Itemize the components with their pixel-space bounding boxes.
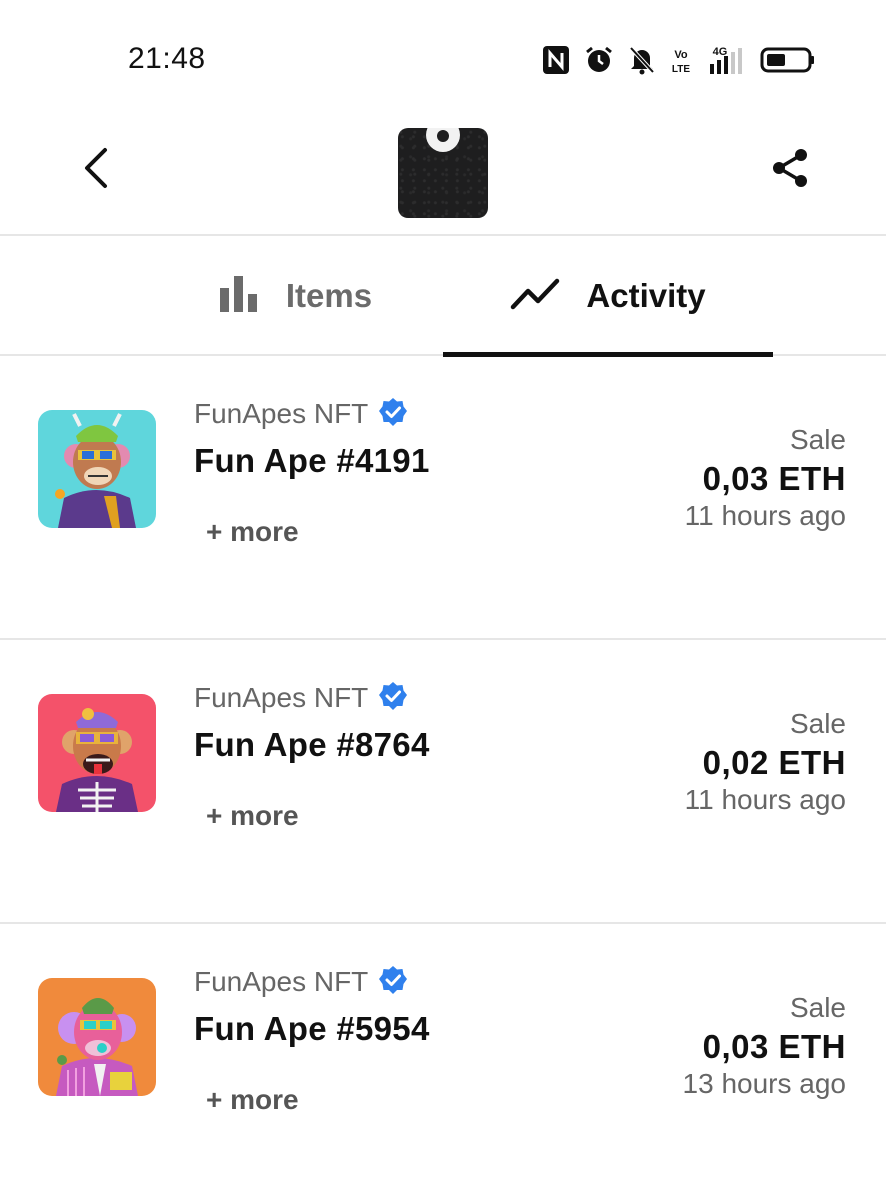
verified-badge-icon bbox=[378, 965, 408, 1000]
activity-info: FunApes NFT Fun Ape #4191 + more bbox=[194, 396, 430, 548]
svg-text:Vo: Vo bbox=[674, 49, 688, 61]
volte-icon: Vo LTE bbox=[670, 45, 692, 75]
activity-row[interactable]: FunApes NFT Fun Ape #4191 + more Sale 0,… bbox=[0, 356, 886, 640]
sale-price: 0,02 ETH bbox=[702, 744, 846, 781]
item-name[interactable]: Fun Ape #8764 bbox=[194, 726, 430, 764]
activity-info: FunApes NFT Fun Ape #8764 + more bbox=[194, 680, 430, 832]
activity-row[interactable]: FunApes NFT Fun Ape #5954 + more Sale 0,… bbox=[0, 924, 886, 1200]
collection-line: FunApes NFT bbox=[194, 396, 430, 432]
event-type: Sale bbox=[789, 424, 846, 455]
nft-thumbnail[interactable] bbox=[38, 978, 156, 1096]
tab-activity-label: Activity bbox=[586, 277, 706, 314]
status-time: 21:48 bbox=[128, 42, 206, 75]
activity-info: FunApes NFT Fun Ape #5954 + more bbox=[194, 964, 430, 1116]
bar-chart-icon bbox=[218, 274, 260, 319]
share-icon bbox=[770, 147, 810, 194]
collection-name[interactable]: FunApes NFT bbox=[194, 966, 368, 998]
status-bar: 21:48 Vo LTE 4G bbox=[0, 0, 886, 110]
back-button[interactable] bbox=[72, 146, 120, 194]
status-icons: Vo LTE 4G bbox=[542, 40, 816, 80]
verified-badge-icon bbox=[378, 397, 408, 432]
collection-name[interactable]: FunApes NFT bbox=[194, 398, 368, 430]
collection-header bbox=[0, 110, 886, 236]
item-name[interactable]: Fun Ape #5954 bbox=[194, 1010, 430, 1048]
nft-thumbnail[interactable] bbox=[38, 694, 156, 812]
chevron-left-icon bbox=[81, 146, 111, 195]
time-ago: 13 hours ago bbox=[682, 1068, 846, 1099]
activity-row[interactable]: FunApes NFT Fun Ape #8764 + more Sale 0,… bbox=[0, 640, 886, 924]
time-ago: 11 hours ago bbox=[684, 784, 846, 815]
trend-line-icon bbox=[510, 277, 560, 316]
sale-price: 0,03 ETH bbox=[702, 460, 846, 497]
tab-items-label: Items bbox=[285, 277, 373, 314]
nfc-icon bbox=[542, 45, 570, 75]
collection-line: FunApes NFT bbox=[194, 964, 430, 1000]
nft-thumbnail[interactable] bbox=[38, 410, 156, 528]
price-column: Sale 0,02 ETH 11 hours ago bbox=[685, 708, 846, 816]
more-link[interactable]: + more bbox=[206, 516, 299, 548]
mute-bell-icon bbox=[628, 45, 656, 75]
svg-text:LTE: LTE bbox=[672, 64, 690, 75]
signal-4g-icon: 4G bbox=[706, 44, 746, 76]
more-link[interactable]: + more bbox=[206, 800, 299, 832]
sale-price: 0,03 ETH bbox=[702, 1028, 846, 1065]
tab-items[interactable]: Items bbox=[150, 236, 440, 356]
price-column: Sale 0,03 ETH 11 hours ago bbox=[685, 424, 846, 532]
battery-icon bbox=[760, 46, 816, 74]
verified-badge-icon bbox=[378, 681, 408, 716]
collection-name[interactable]: FunApes NFT bbox=[194, 682, 368, 714]
share-button[interactable] bbox=[766, 146, 814, 194]
tab-activity[interactable]: Activity bbox=[443, 236, 773, 356]
more-link[interactable]: + more bbox=[206, 1084, 299, 1116]
activity-list: FunApes NFT Fun Ape #4191 + more Sale 0,… bbox=[0, 356, 886, 1200]
event-type: Sale bbox=[789, 708, 846, 739]
collection-avatar bbox=[398, 128, 488, 218]
alarm-icon bbox=[584, 45, 614, 75]
tab-bar: Items Activity bbox=[0, 236, 886, 357]
time-ago: 11 hours ago bbox=[684, 500, 846, 531]
collection-line: FunApes NFT bbox=[194, 680, 430, 716]
event-type: Sale bbox=[789, 992, 846, 1023]
price-column: Sale 0,03 ETH 13 hours ago bbox=[683, 992, 846, 1100]
item-name[interactable]: Fun Ape #4191 bbox=[194, 442, 430, 480]
